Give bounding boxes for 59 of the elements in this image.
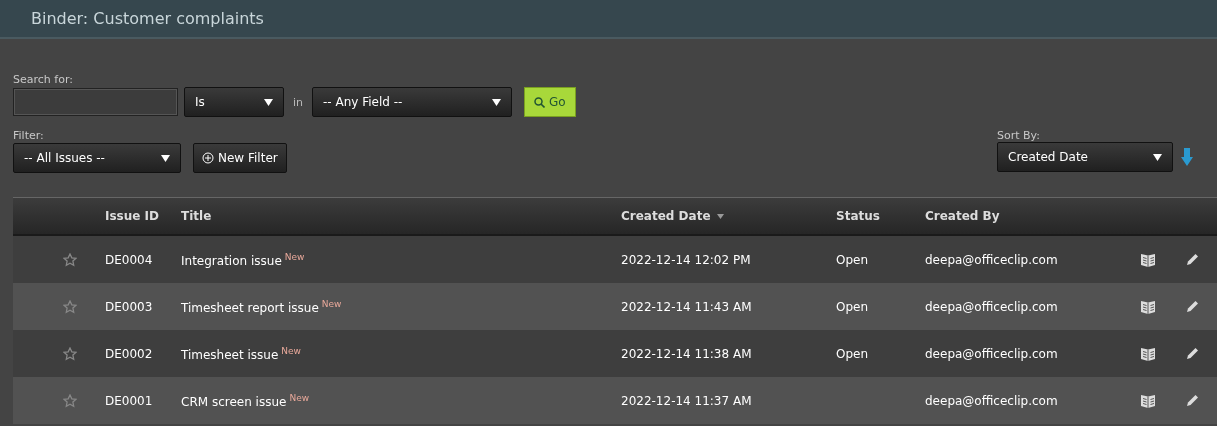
- table-cell-text: deepa@officeclip.com: [925, 393, 1059, 408]
- operator-dropdown[interactable]: Is: [184, 87, 284, 117]
- caret-icon: [492, 98, 502, 106]
- table-cell-text: deepa@officeclip.com: [925, 299, 1059, 314]
- star-icon[interactable]: [63, 393, 77, 408]
- pencil-icon[interactable]: [1185, 393, 1199, 408]
- table-cell-text: 2022-12-14 12:02 PM: [621, 252, 752, 267]
- star-icon[interactable]: [63, 346, 77, 361]
- sort-descending-icon[interactable]: [1181, 148, 1193, 166]
- search-icon: [534, 96, 546, 108]
- column-header[interactable]: Issue ID: [105, 209, 160, 223]
- new-filter-button[interactable]: New Filter: [193, 143, 287, 173]
- column-header[interactable]: Title: [181, 209, 212, 223]
- field-dropdown[interactable]: -- Any Field --: [312, 87, 513, 117]
- new-label: New: [289, 392, 310, 403]
- book-icon[interactable]: [1140, 345, 1157, 362]
- table-cell-text: Open: [836, 299, 870, 314]
- table-cell-text: 2022-12-14 11:43 AM: [621, 299, 753, 314]
- table-cell-text: Open: [836, 346, 870, 361]
- table-cell-text: DE0004: [105, 252, 154, 267]
- table-cell-text: DE0001: [105, 393, 154, 408]
- table-cell-text: Open: [836, 252, 870, 267]
- filter-dropdown[interactable]: -- All Issues --: [13, 143, 181, 173]
- caret-icon: [161, 154, 170, 162]
- pencil-icon[interactable]: [1185, 346, 1199, 361]
- plus-circle-icon: [202, 152, 214, 164]
- new-label: New: [281, 345, 301, 356]
- caret-icon: [1153, 153, 1162, 161]
- column-header[interactable]: Created By: [925, 209, 1000, 223]
- field-label: Filter:: [13, 129, 45, 142]
- pencil-icon[interactable]: [1185, 299, 1199, 314]
- issue-title-link[interactable]: CRM screen issue: [181, 394, 287, 409]
- new-label: New: [284, 251, 305, 262]
- sort-dropdown[interactable]: Created Date: [997, 142, 1173, 172]
- go-button[interactable]: Go: [524, 87, 576, 117]
- field-label: Search for:: [13, 73, 74, 86]
- field-label: Sort By:: [997, 129, 1041, 142]
- table-cell-text: DE0002: [105, 346, 154, 361]
- new-label: New: [321, 298, 342, 309]
- book-icon[interactable]: [1140, 251, 1157, 268]
- column-header[interactable]: Status: [836, 209, 880, 223]
- field-label: in: [293, 95, 304, 109]
- pencil-icon[interactable]: [1185, 252, 1199, 267]
- table-cell-text: 2022-12-14 11:38 AM: [621, 346, 753, 361]
- issue-title-link[interactable]: Timesheet issue: [181, 347, 279, 362]
- star-icon[interactable]: [63, 252, 77, 267]
- column-header[interactable]: Created Date: [621, 209, 724, 223]
- issue-title-link[interactable]: Timesheet report issue: [181, 300, 319, 315]
- book-icon[interactable]: [1140, 392, 1157, 409]
- table-cell-text: deepa@officeclip.com: [925, 346, 1059, 361]
- issue-title-link[interactable]: Integration issue: [181, 253, 282, 268]
- star-icon[interactable]: [63, 299, 77, 314]
- table-cell-text: deepa@officeclip.com: [925, 252, 1059, 267]
- table-cell-text: 2022-12-14 11:37 AM: [621, 393, 753, 408]
- search-field[interactable]: [13, 88, 178, 116]
- table-cell-text: DE0003: [105, 299, 154, 314]
- book-icon[interactable]: [1140, 298, 1157, 315]
- window-title: Binder: Customer complaints: [31, 9, 264, 28]
- caret-icon: [264, 98, 273, 106]
